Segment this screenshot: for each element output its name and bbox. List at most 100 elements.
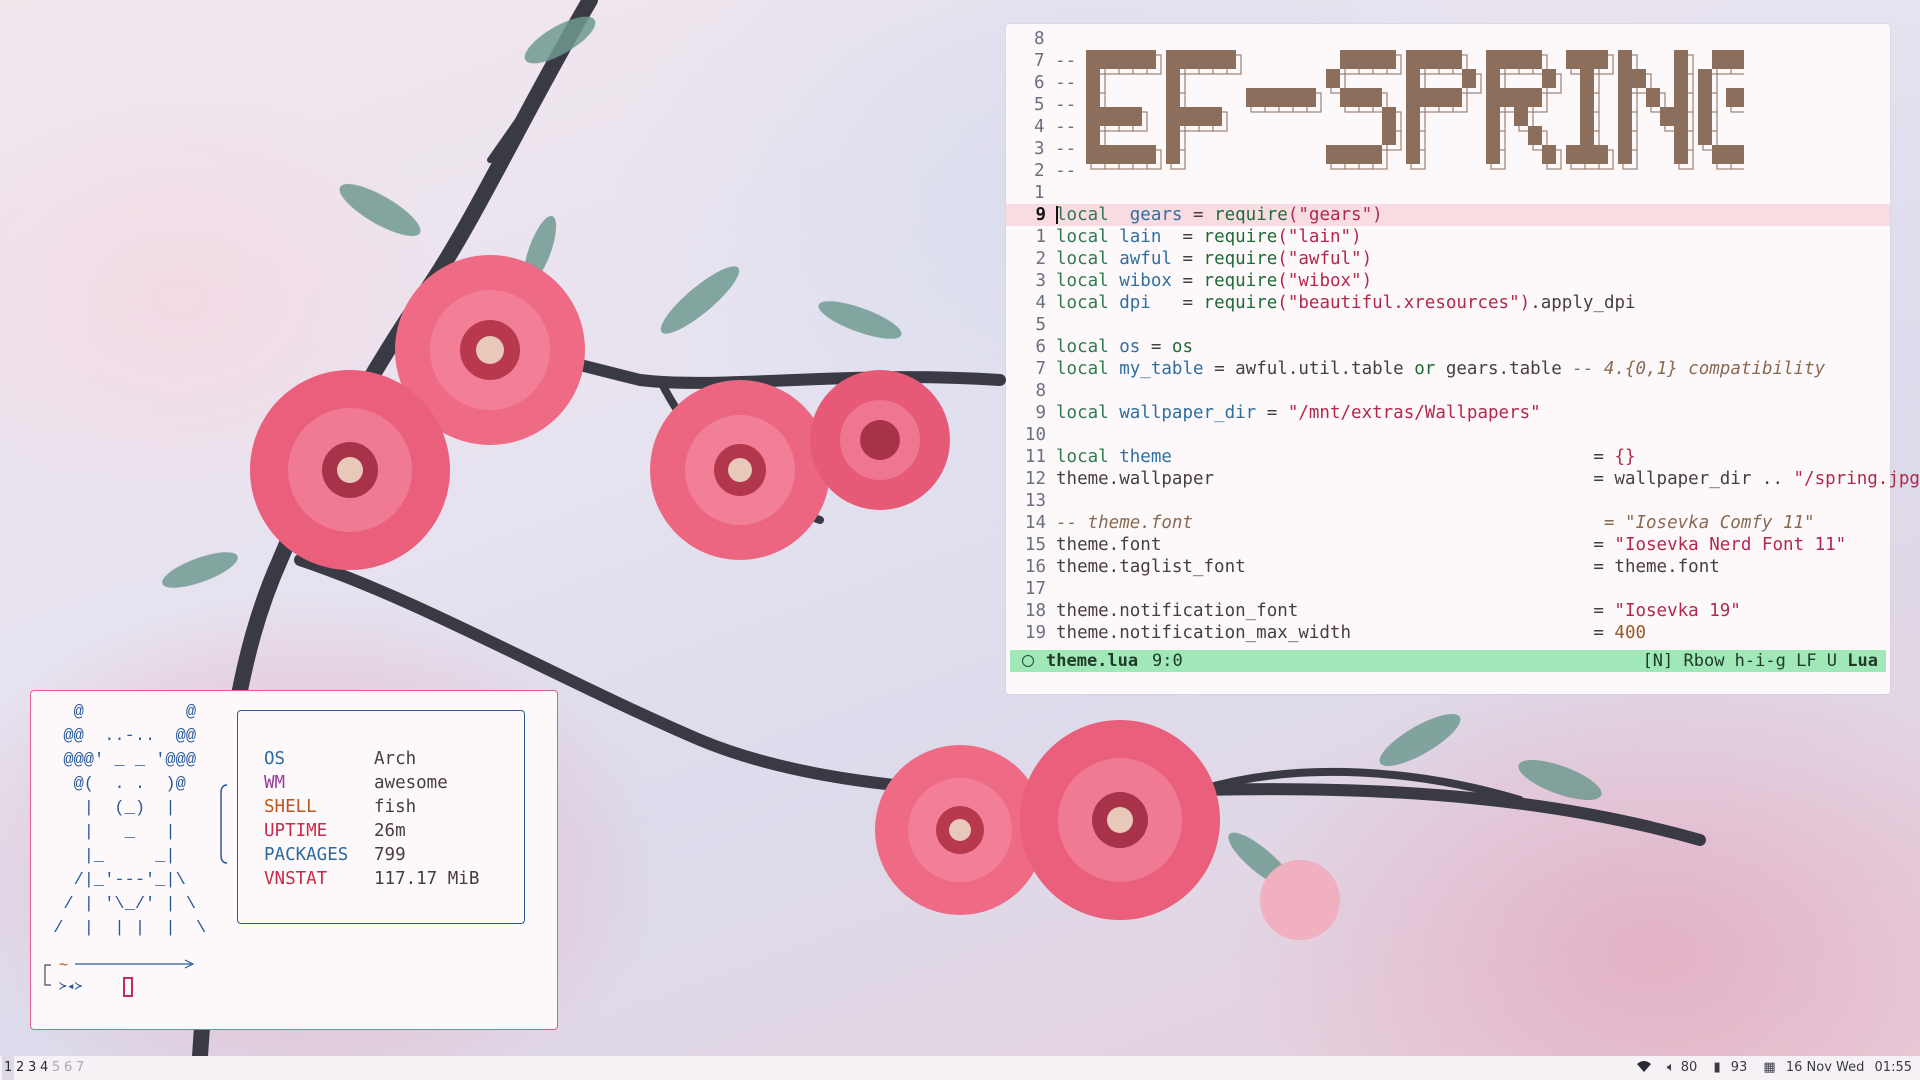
- code-line[interactable]: 1 local lain = require("lain"): [1006, 226, 1890, 248]
- terminal-window[interactable]: @ @ @@ ..-.. @@ @@@' _ _ '@@@ @( . . )@ …: [30, 690, 558, 1030]
- banner-block: [1618, 88, 1632, 107]
- token: "Iosevka Nerd Font 11": [1614, 535, 1847, 555]
- status-bar: 1234567 🔈︎ 80 ▮ 93 ▦ 16 Nov Wed 01:55: [0, 1056, 1920, 1080]
- clock-widget[interactable]: ▦ 16 Nov Wed 01:55: [1757, 1060, 1912, 1075]
- code-line[interactable]: 10: [1006, 424, 1890, 446]
- banner-block: [1326, 145, 1340, 164]
- info-value: 799: [374, 845, 406, 865]
- line-number: 18: [1024, 601, 1046, 621]
- banner-block: [1114, 145, 1128, 164]
- banner-block: [1486, 145, 1500, 164]
- banner-block: [1674, 145, 1688, 164]
- banner-line-prefix: 7 --: [1034, 51, 1077, 71]
- tag-2[interactable]: 2: [16, 1056, 24, 1080]
- ascii-banner: [1086, 50, 1744, 170]
- banner-block: [1580, 126, 1594, 145]
- tag-5[interactable]: 5: [52, 1056, 60, 1080]
- banner-block: [1698, 126, 1712, 145]
- banner-block: [1566, 50, 1580, 69]
- token: require: [1214, 205, 1288, 225]
- line-text: local my_table = awful.util.table or gea…: [1056, 358, 1825, 380]
- line-number: 17: [1024, 579, 1046, 599]
- terminal-cursor: [123, 977, 133, 997]
- token: "beautiful.xresources": [1287, 293, 1520, 313]
- line-text: local lain = require("lain"): [1056, 226, 1362, 248]
- code-line-current[interactable]: 9 local gears = require("gears"): [1006, 204, 1890, 226]
- banner-block: [1434, 50, 1448, 69]
- banner-block: [1368, 88, 1382, 107]
- battery-widget[interactable]: ▮ 93: [1707, 1060, 1751, 1075]
- status-cursor-position: 9:0: [1152, 651, 1183, 671]
- banner-block: [1420, 88, 1434, 107]
- tag-7[interactable]: 7: [76, 1056, 84, 1080]
- token: wallpaper_dir: [1119, 403, 1257, 423]
- token: wibox: [1119, 271, 1172, 291]
- token: .apply_dpi: [1530, 293, 1636, 313]
- token: (: [1277, 249, 1288, 269]
- line-number: 19: [1024, 623, 1046, 643]
- banner-line-prefix: 1: [1034, 183, 1045, 203]
- code-line[interactable]: 9 local wallpaper_dir = "/mnt/extras/Wall…: [1006, 402, 1890, 424]
- token: =: [1171, 249, 1204, 269]
- tag-1[interactable]: 1: [2, 1056, 15, 1080]
- code-line[interactable]: 15 theme.font = "Iosevka Nerd Font 11": [1006, 534, 1890, 556]
- banner-block: [1740, 88, 1744, 107]
- token: local: [1056, 447, 1109, 467]
- banner-block: [1434, 88, 1448, 107]
- banner-block: [1406, 145, 1420, 164]
- banner-line-prefix: 8: [1034, 29, 1045, 49]
- tag-3[interactable]: 3: [28, 1056, 36, 1080]
- code-line[interactable]: 14 -- theme.font = "Iosevka Comfy 11": [1006, 512, 1890, 534]
- line-text: local dpi = require("beautiful.xresource…: [1056, 292, 1636, 314]
- token: "Iosevka 19": [1614, 601, 1741, 621]
- line-number: 5: [1035, 315, 1046, 335]
- code-line[interactable]: 17: [1006, 578, 1890, 600]
- banner-block: [1594, 145, 1608, 164]
- banner-block: [1260, 88, 1274, 107]
- code-line[interactable]: 8: [1006, 380, 1890, 402]
- banner-block: [1448, 88, 1462, 107]
- info-value: awesome: [374, 773, 448, 793]
- line-text: local os = os: [1056, 336, 1193, 358]
- tag-6[interactable]: 6: [64, 1056, 72, 1080]
- code-line[interactable]: 11 local theme = {}: [1006, 446, 1890, 468]
- code-line[interactable]: 18 theme.notification_font = "Iosevka 19": [1006, 600, 1890, 622]
- editor-window[interactable]: 87 -- 6 -- 5 -- 4 -- 3 -- 2 -- 1 9 local gears =…: [1006, 24, 1920, 694]
- line-text: theme.notification_font = "Iosevka 19": [1056, 600, 1741, 622]
- banner-block: [1486, 69, 1500, 88]
- code-line[interactable]: 5: [1006, 314, 1890, 336]
- code-line[interactable]: 16 theme.taglist_font = theme.font: [1006, 556, 1890, 578]
- battery-value: 93: [1730, 1060, 1748, 1075]
- code-line[interactable]: 4 local dpi = require("beautiful.xresourc…: [1006, 292, 1890, 314]
- wifi-icon[interactable]: [1636, 1060, 1655, 1075]
- banner-block: [1514, 107, 1528, 126]
- banner-block: [1740, 50, 1744, 69]
- code-line[interactable]: 7 local my_table = awful.util.table or ge…: [1006, 358, 1890, 380]
- prompt-directory: ~: [59, 955, 69, 973]
- code-line[interactable]: 12 theme.wallpaper = wallpaper_dir .. "/s…: [1006, 468, 1920, 490]
- code-line[interactable]: 6 local os = os: [1006, 336, 1890, 358]
- code-line[interactable]: 13: [1006, 490, 1890, 512]
- banner-block: [1194, 107, 1208, 126]
- calendar-icon: ▦: [1763, 1060, 1776, 1075]
- tag-4[interactable]: 4: [40, 1056, 48, 1080]
- code-line[interactable]: 19 theme.notification_max_width = 400: [1006, 622, 1890, 644]
- volume-widget[interactable]: 🔈︎ 80: [1661, 1060, 1702, 1075]
- banner-block: [1618, 145, 1632, 164]
- banner-block: [1180, 107, 1194, 126]
- info-value: fish: [374, 797, 417, 817]
- token: local: [1056, 271, 1109, 291]
- token: (: [1277, 293, 1288, 313]
- banner-block: [1166, 126, 1180, 145]
- token: local: [1056, 337, 1109, 357]
- banner-block: [1326, 69, 1340, 88]
- banner-line-prefix: 3 --: [1034, 139, 1077, 159]
- volume-value: 80: [1680, 1060, 1698, 1075]
- code-line[interactable]: 3 local wibox = require("wibox"): [1006, 270, 1890, 292]
- info-key: WM: [264, 773, 286, 793]
- code-line[interactable]: 2 local awful = require("awful"): [1006, 248, 1890, 270]
